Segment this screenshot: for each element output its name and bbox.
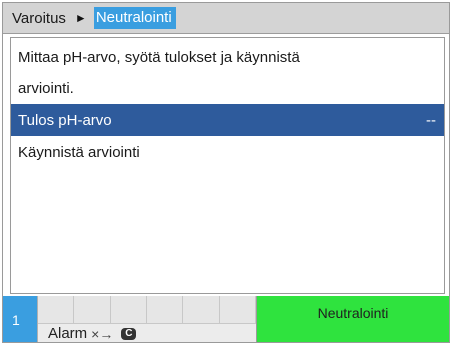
status-cell [110, 296, 147, 324]
alarm-arrow-icon: ×→ [91, 325, 114, 342]
status-cell [38, 296, 75, 324]
breadcrumb-arrow-icon: ► [74, 11, 87, 25]
status-cell [219, 296, 256, 324]
menu-item-start-evaluation[interactable]: Käynnistä arviointi [11, 136, 444, 168]
c-key-icon: C [121, 327, 137, 340]
breadcrumb-parent[interactable]: Varoitus [12, 10, 66, 27]
status-cell [183, 296, 220, 324]
breadcrumb-current: Neutralointi [93, 7, 176, 29]
instruction-line-2: arviointi. [18, 80, 74, 97]
alarm-panel: Alarm ×→ C [37, 296, 256, 342]
menu-item-label: Tulos pH-arvo [18, 111, 112, 129]
status-cell [146, 296, 184, 324]
alarm-indicator: Alarm ×→ C [48, 325, 137, 342]
breadcrumb: Varoitus ► Neutralointi [3, 3, 449, 34]
channel-number: 1 [3, 296, 37, 342]
instruction-line-1: Mittaa pH-arvo, syötä tulokset ja käynni… [18, 49, 300, 66]
menu-item-label: Käynnistä arviointi [18, 143, 140, 161]
status-text: Neutralointi [256, 296, 449, 342]
menu-item-result-ph[interactable]: Tulos pH-arvo -- [11, 104, 444, 136]
device-screen: Varoitus ► Neutralointi Mittaa pH-arvo, … [2, 2, 450, 343]
instruction-text: Mittaa pH-arvo, syötä tulokset ja käynni… [11, 38, 444, 104]
content-panel: Mittaa pH-arvo, syötä tulokset ja käynni… [10, 37, 445, 294]
menu-item-value: -- [426, 111, 436, 129]
alarm-label: Alarm [48, 325, 88, 342]
status-cell [74, 296, 111, 324]
status-bar: 1 Alarm ×→ C Neutralointi [3, 296, 449, 342]
status-grid [38, 296, 256, 324]
